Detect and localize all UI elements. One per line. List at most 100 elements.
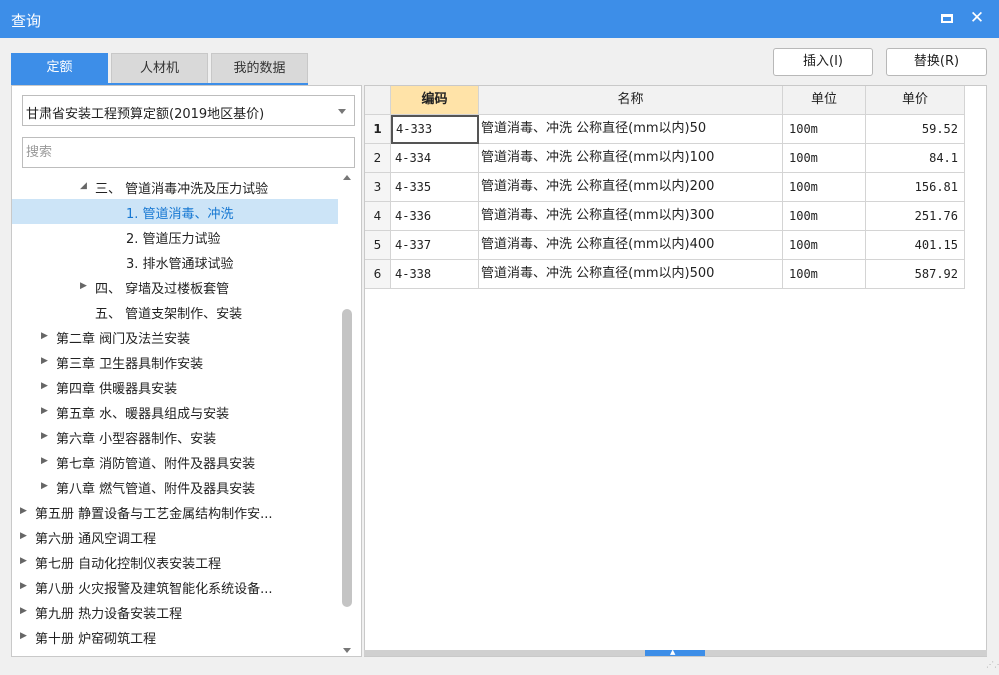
cell-name[interactable]: 管道消毒、冲洗 公称直径(mm以内)500	[479, 260, 783, 289]
cell-code[interactable]: 4-334	[391, 144, 479, 173]
cell-unit[interactable]: 100m	[783, 231, 866, 260]
expand-icon[interactable]: ▶	[41, 406, 48, 416]
cell-code[interactable]: 4-333	[391, 115, 479, 144]
expand-icon[interactable]: ▶	[41, 356, 48, 366]
tree-item-label: 第十一册 刷油、防腐蚀、绝热工程	[35, 653, 234, 656]
row-number-header[interactable]	[365, 86, 391, 115]
tab-labor-material-machine[interactable]: 人材机	[111, 53, 208, 83]
cell-unit[interactable]: 100m	[783, 260, 866, 289]
tree-item-label: 第六章 小型容器制作、安装	[56, 432, 217, 447]
tree-item[interactable]: 五、 管道支架制作、安装	[12, 299, 338, 324]
cell-name[interactable]: 管道消毒、冲洗 公称直径(mm以内)400	[479, 231, 783, 260]
scroll-thumb[interactable]	[342, 309, 352, 607]
expand-icon[interactable]: ▶	[41, 381, 48, 391]
expand-icon[interactable]: ▶	[41, 481, 48, 491]
row-number: 5	[365, 231, 391, 260]
row-number: 1	[365, 115, 391, 144]
column-header-price[interactable]: 单价	[866, 86, 965, 115]
search-input[interactable]	[22, 137, 355, 168]
cell-unit[interactable]: 100m	[783, 144, 866, 173]
cell-code[interactable]: 4-338	[391, 260, 479, 289]
expand-icon[interactable]: ▶	[80, 281, 87, 291]
expand-icon[interactable]: ▶	[20, 506, 27, 516]
column-header-unit[interactable]: 单位	[783, 86, 866, 115]
chevron-up-icon: ▲	[670, 648, 676, 656]
tree-item-label: 第八册 火灾报警及建筑智能化系统设备...	[35, 582, 273, 597]
cell-code[interactable]: 4-336	[391, 202, 479, 231]
table-row[interactable]: 2 4-334 管道消毒、冲洗 公称直径(mm以内)100 100m 84.1	[365, 144, 965, 173]
tab-quota[interactable]: 定额	[11, 53, 108, 83]
tree-item[interactable]: ▶ 第二章 阀门及法兰安装	[12, 324, 338, 349]
tree-item[interactable]: ▶ 四、 穿墙及过楼板套管	[12, 274, 338, 299]
close-icon[interactable]: ✕	[966, 7, 988, 29]
column-header-code[interactable]: 编码	[391, 86, 479, 115]
cell-price[interactable]: 401.15	[866, 231, 965, 260]
tree-item[interactable]: ▶ 第八章 燃气管道、附件及器具安装	[12, 474, 338, 499]
tree-item-label: 三、 管道消毒冲洗及压力试验	[95, 182, 269, 197]
cell-price[interactable]: 59.52	[866, 115, 965, 144]
table-row[interactable]: 3 4-335 管道消毒、冲洗 公称直径(mm以内)200 100m 156.81	[365, 173, 965, 202]
cell-unit[interactable]: 100m	[783, 115, 866, 144]
cell-name[interactable]: 管道消毒、冲洗 公称直径(mm以内)50	[479, 115, 783, 144]
cell-price[interactable]: 251.76	[866, 202, 965, 231]
insert-button[interactable]: 插入(I)	[773, 48, 873, 76]
chevron-down-icon	[338, 109, 346, 114]
expand-icon[interactable]: ▶	[20, 581, 27, 591]
cell-code[interactable]: 4-335	[391, 173, 479, 202]
cell-unit[interactable]: 100m	[783, 173, 866, 202]
expand-icon[interactable]: ▶	[41, 431, 48, 441]
cell-unit[interactable]: 100m	[783, 202, 866, 231]
row-number: 6	[365, 260, 391, 289]
tree-scrollbar[interactable]	[339, 172, 354, 656]
tree-item[interactable]: 2. 管道压力试验	[12, 224, 338, 249]
row-number: 2	[365, 144, 391, 173]
table-row[interactable]: 5 4-337 管道消毒、冲洗 公称直径(mm以内)400 100m 401.15	[365, 231, 965, 260]
expand-icon[interactable]: ▶	[41, 331, 48, 341]
scroll-up-icon[interactable]	[343, 175, 351, 180]
tree-item[interactable]: ▶ 第七章 消防管道、附件及器具安装	[12, 449, 338, 474]
library-select[interactable]: 甘肃省安装工程预算定额(2019地区基价)	[22, 95, 355, 126]
tree-item-label: 四、 穿墙及过楼板套管	[95, 282, 230, 297]
tree-item-label: 第五册 静置设备与工艺金属结构制作安...	[35, 507, 273, 522]
tree-item[interactable]: ▶ 第六章 小型容器制作、安装	[12, 424, 338, 449]
cell-code[interactable]: 4-337	[391, 231, 479, 260]
tree-item[interactable]: ▶ 第九册 热力设备安装工程	[12, 599, 338, 624]
tree-item[interactable]: ▶ 第七册 自动化控制仪表安装工程	[12, 549, 338, 574]
cell-price[interactable]: 84.1	[866, 144, 965, 173]
cell-price[interactable]: 156.81	[866, 173, 965, 202]
table-row[interactable]: 6 4-338 管道消毒、冲洗 公称直径(mm以内)500 100m 587.92	[365, 260, 965, 289]
tree-item-label: 第六册 通风空调工程	[35, 532, 157, 547]
tree-item[interactable]: ▶ 第六册 通风空调工程	[12, 524, 338, 549]
resize-grip-icon[interactable]: ⋰⋰	[986, 661, 999, 672]
tree-item[interactable]: 3. 排水管通球试验	[12, 249, 338, 274]
tree-item[interactable]: ▶第十一册 刷油、防腐蚀、绝热工程	[12, 649, 338, 656]
column-header-name[interactable]: 名称	[479, 86, 783, 115]
tree-item[interactable]: ▶ 第五册 静置设备与工艺金属结构制作安...	[12, 499, 338, 524]
maximize-icon[interactable]	[941, 14, 953, 23]
scroll-down-icon[interactable]	[343, 648, 351, 653]
tree-item[interactable]: ▶ 第五章 水、暖器具组成与安装	[12, 399, 338, 424]
tab-my-data[interactable]: 我的数据	[211, 53, 308, 83]
expand-icon[interactable]: ▶	[20, 631, 27, 641]
cell-price[interactable]: 587.92	[866, 260, 965, 289]
table-row[interactable]: 1 4-333 管道消毒、冲洗 公称直径(mm以内)50 100m 59.52	[365, 115, 965, 144]
tree-item[interactable]: ▶ 第十册 炉窑砌筑工程	[12, 624, 338, 649]
tree-item[interactable]: 1. 管道消毒、冲洗	[12, 199, 338, 224]
cell-name[interactable]: 管道消毒、冲洗 公称直径(mm以内)100	[479, 144, 783, 173]
table-horizontal-scrollbar[interactable]: ▲	[364, 648, 987, 656]
tree-item[interactable]: ◢ 三、 管道消毒冲洗及压力试验	[12, 174, 338, 199]
tree-item[interactable]: ▶ 第八册 火灾报警及建筑智能化系统设备...	[12, 574, 338, 599]
collapse-icon[interactable]: ◢	[80, 181, 87, 191]
expand-icon[interactable]: ▶	[20, 556, 27, 566]
replace-button[interactable]: 替换(R)	[886, 48, 987, 76]
row-number: 3	[365, 173, 391, 202]
tree-item[interactable]: ▶ 第四章 供暖器具安装	[12, 374, 338, 399]
table-row[interactable]: 4 4-336 管道消毒、冲洗 公称直径(mm以内)300 100m 251.76	[365, 202, 965, 231]
expand-icon[interactable]: ▶	[20, 606, 27, 616]
tree-item[interactable]: ▶ 第三章 卫生器具制作安装	[12, 349, 338, 374]
cell-name[interactable]: 管道消毒、冲洗 公称直径(mm以内)200	[479, 173, 783, 202]
tree-item-label: 第四章 供暖器具安装	[56, 382, 178, 397]
expand-icon[interactable]: ▶	[20, 531, 27, 541]
expand-icon[interactable]: ▶	[41, 456, 48, 466]
cell-name[interactable]: 管道消毒、冲洗 公称直径(mm以内)300	[479, 202, 783, 231]
